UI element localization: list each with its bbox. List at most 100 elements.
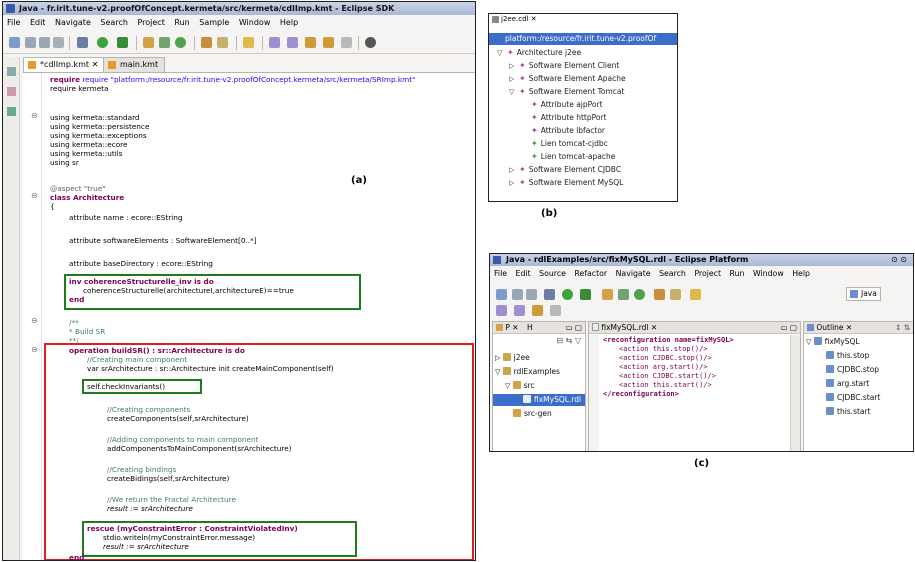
print-icon[interactable] [526, 289, 537, 300]
external-tools-icon[interactable] [580, 289, 591, 300]
minimize-maximize-icon[interactable]: ▭ ▢ [780, 322, 797, 334]
tree-item-fixmysql-rdl[interactable]: fixMySQL.rdl [493, 394, 585, 406]
menu-sample[interactable]: Sample [199, 18, 229, 27]
next-annotation-icon[interactable] [269, 37, 280, 48]
menu-refactor[interactable]: Refactor [574, 269, 607, 278]
menu-search[interactable]: Search [659, 269, 686, 278]
code-editor[interactable]: require require "platform:/resource/fr.i… [23, 72, 475, 560]
last-edit-icon[interactable] [341, 37, 352, 48]
outline-item[interactable]: this.stop [826, 350, 869, 362]
console-icon[interactable] [53, 37, 64, 48]
prev-annotation-icon[interactable] [514, 305, 525, 316]
collapsed-arrow-icon[interactable]: ▷ [509, 177, 519, 189]
java-perspective-button[interactable]: Java [846, 287, 881, 301]
new-icon[interactable] [9, 37, 20, 48]
menu-window[interactable]: Window [753, 269, 784, 278]
save-icon[interactable] [25, 37, 36, 48]
tree-item-cjdbc[interactable]: ▷ ✦ Software Element CJDBC [509, 164, 621, 176]
menu-file[interactable]: File [7, 18, 20, 27]
hierarchy-icon[interactable] [7, 87, 16, 96]
tree-item-tomcat[interactable]: ▽ ✦ Software Element Tomcat [509, 86, 624, 98]
minimize-maximize-icon[interactable]: ▭ ▢ [565, 322, 582, 334]
next-annotation-icon[interactable] [496, 305, 507, 316]
outline-item[interactable]: this.start [826, 406, 871, 418]
new-interface-icon[interactable] [175, 37, 186, 48]
forward-icon[interactable] [550, 305, 561, 316]
tree-item-client[interactable]: ▷ ✦ Software Element Client [509, 60, 619, 72]
expanded-arrow-icon[interactable]: ▽ [497, 47, 507, 59]
new-icon[interactable] [496, 289, 507, 300]
search-icon[interactable] [217, 37, 228, 48]
print-icon[interactable] [39, 37, 50, 48]
menu-search[interactable]: Search [100, 18, 127, 27]
back-icon[interactable] [532, 305, 543, 316]
run-icon[interactable] [562, 289, 573, 300]
prev-annotation-icon[interactable] [287, 37, 298, 48]
tree-item-apache[interactable]: ▷ ✦ Software Element Apache [509, 73, 626, 85]
back-icon[interactable] [305, 37, 316, 48]
menu-edit[interactable]: Edit [516, 269, 531, 278]
tab-package-explorer[interactable]: P [505, 323, 510, 332]
tree-item-lien-apache[interactable]: ✦ Lien tomcat-apache [531, 151, 615, 163]
tab-outline[interactable]: Outline [816, 323, 843, 332]
tab-fixmysql-rdl[interactable]: fixMySQL.rdl [601, 323, 648, 332]
tree-item-architecture[interactable]: ▽ ✦ Architecture j2ee [497, 47, 581, 59]
tree-item-src[interactable]: ▽ src [505, 380, 535, 392]
menu-source[interactable]: Source [539, 269, 566, 278]
tab-cdlimp[interactable]: *cdlImp.kmt ✕ [23, 57, 106, 72]
annotation-icon[interactable] [243, 37, 254, 48]
tree-item-ajpport[interactable]: ✦ Attribute ajpPort [531, 99, 603, 111]
glasses-icon[interactable] [365, 37, 376, 48]
new-interface-icon[interactable] [634, 289, 645, 300]
external-tools-icon[interactable] [117, 37, 128, 48]
sort-icon[interactable]: ↕ ⇅ [895, 322, 910, 334]
new-package-icon[interactable] [143, 37, 154, 48]
collapse-all-icon[interactable]: ⊟ ⇆ ▽ [556, 336, 581, 345]
menu-help[interactable]: Help [280, 18, 298, 27]
menu-help[interactable]: Help [792, 269, 810, 278]
new-class-icon[interactable] [618, 289, 629, 300]
search-icon[interactable] [670, 289, 681, 300]
menu-window[interactable]: Window [239, 18, 271, 27]
menu-run[interactable]: Run [174, 18, 189, 27]
outline-item[interactable]: arg.start [826, 378, 869, 390]
open-type-icon[interactable] [201, 37, 212, 48]
package-icon[interactable] [7, 107, 16, 116]
outline-item[interactable]: CJDBC.start [826, 392, 880, 404]
open-type-icon[interactable] [654, 289, 665, 300]
fast-view-icon[interactable] [7, 67, 16, 76]
annotation-icon[interactable] [690, 289, 701, 300]
tab-j2ee-cdl[interactable]: j2ee.cdl ✕ [489, 14, 543, 25]
tree-item-j2ee[interactable]: ▷ j2ee [495, 352, 530, 364]
vertical-scrollbar[interactable] [790, 335, 800, 451]
menu-file[interactable]: File [494, 269, 507, 278]
tree-item-rdlexamples[interactable]: ▽ rdlExamples [495, 366, 560, 378]
menu-edit[interactable]: Edit [30, 18, 46, 27]
menu-project[interactable]: Project [137, 18, 164, 27]
menu-navigate[interactable]: Navigate [616, 269, 651, 278]
tab-hierarchy[interactable]: H [527, 323, 533, 332]
window-controls-icon[interactable]: ⊙ ⊙ [891, 254, 907, 266]
run-icon[interactable] [97, 37, 108, 48]
menu-run[interactable]: Run [730, 269, 745, 278]
tab-main[interactable]: main.kmt [103, 57, 166, 72]
collapsed-arrow-icon[interactable]: ▷ [509, 164, 519, 176]
tree-item-httpport[interactable]: ✦ Attribute httpPort [531, 112, 606, 124]
save-icon[interactable] [512, 289, 523, 300]
collapsed-arrow-icon[interactable]: ▷ [509, 73, 519, 85]
new-class-icon[interactable] [159, 37, 170, 48]
new-package-icon[interactable] [602, 289, 613, 300]
rdl-editor[interactable]: fixMySQL.rdl ✕ ▭ ▢ <reconfiguration name… [588, 321, 801, 451]
menu-navigate[interactable]: Navigate [55, 18, 91, 27]
debug-icon[interactable] [544, 289, 555, 300]
tree-item-lien-cjdbc[interactable]: ✦ Lien tomcat-cjdbc [531, 138, 608, 150]
forward-icon[interactable] [323, 37, 334, 48]
tree-item-mysql[interactable]: ▷ ✦ Software Element MySQL [509, 177, 623, 189]
tree-item-src-gen[interactable]: src-gen [513, 408, 552, 420]
outline-item-fixmysql[interactable]: ▽ fixMySQL [806, 336, 860, 348]
tree-item-lbfactor[interactable]: ✦ Attribute lbfactor [531, 125, 605, 137]
collapsed-arrow-icon[interactable]: ▷ [509, 60, 519, 72]
tree-root-resource[interactable]: platform:/resource/fr.irit.tune-v2.proof… [489, 33, 677, 45]
debug-icon[interactable] [77, 37, 88, 48]
outline-item[interactable]: CJDBC.stop [826, 364, 879, 376]
